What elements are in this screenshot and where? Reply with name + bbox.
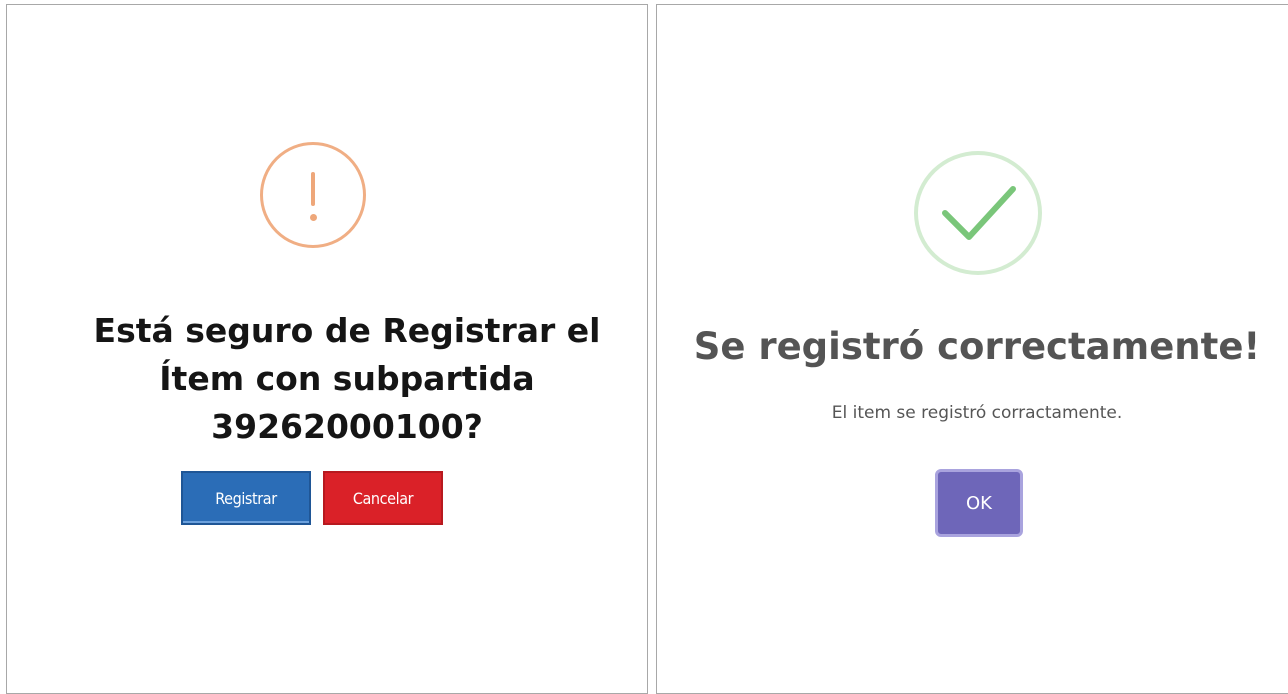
checkmark-success-icon xyxy=(914,151,1042,275)
confirm-title-line-2: Ítem con subpartida xyxy=(159,359,535,398)
confirm-title-line-1: Está seguro de Registrar el xyxy=(93,311,601,350)
confirm-title: Está seguro de Registrar el Ítem con sub… xyxy=(67,307,627,451)
confirm-dialog: Está seguro de Registrar el Ítem con sub… xyxy=(6,4,648,694)
success-message: El item se registró corractamente. xyxy=(831,403,1123,423)
confirm-title-line-3: 39262000100? xyxy=(211,407,483,446)
exclamation-dot xyxy=(309,214,317,221)
success-title: Se registró correctamente! xyxy=(693,325,1261,368)
screenshot-stage: Está seguro de Registrar el Ítem con sub… xyxy=(0,0,1288,694)
checkmark-glyph xyxy=(942,186,1016,240)
cancel-button[interactable]: Cancelar xyxy=(323,471,443,525)
register-button[interactable]: Registrar xyxy=(181,471,311,525)
exclamation-bar xyxy=(311,172,315,206)
ok-button[interactable]: OK xyxy=(935,469,1023,537)
exclamation-warning-icon xyxy=(260,142,366,248)
success-dialog: Se registró correctamente! El item se re… xyxy=(656,4,1288,694)
